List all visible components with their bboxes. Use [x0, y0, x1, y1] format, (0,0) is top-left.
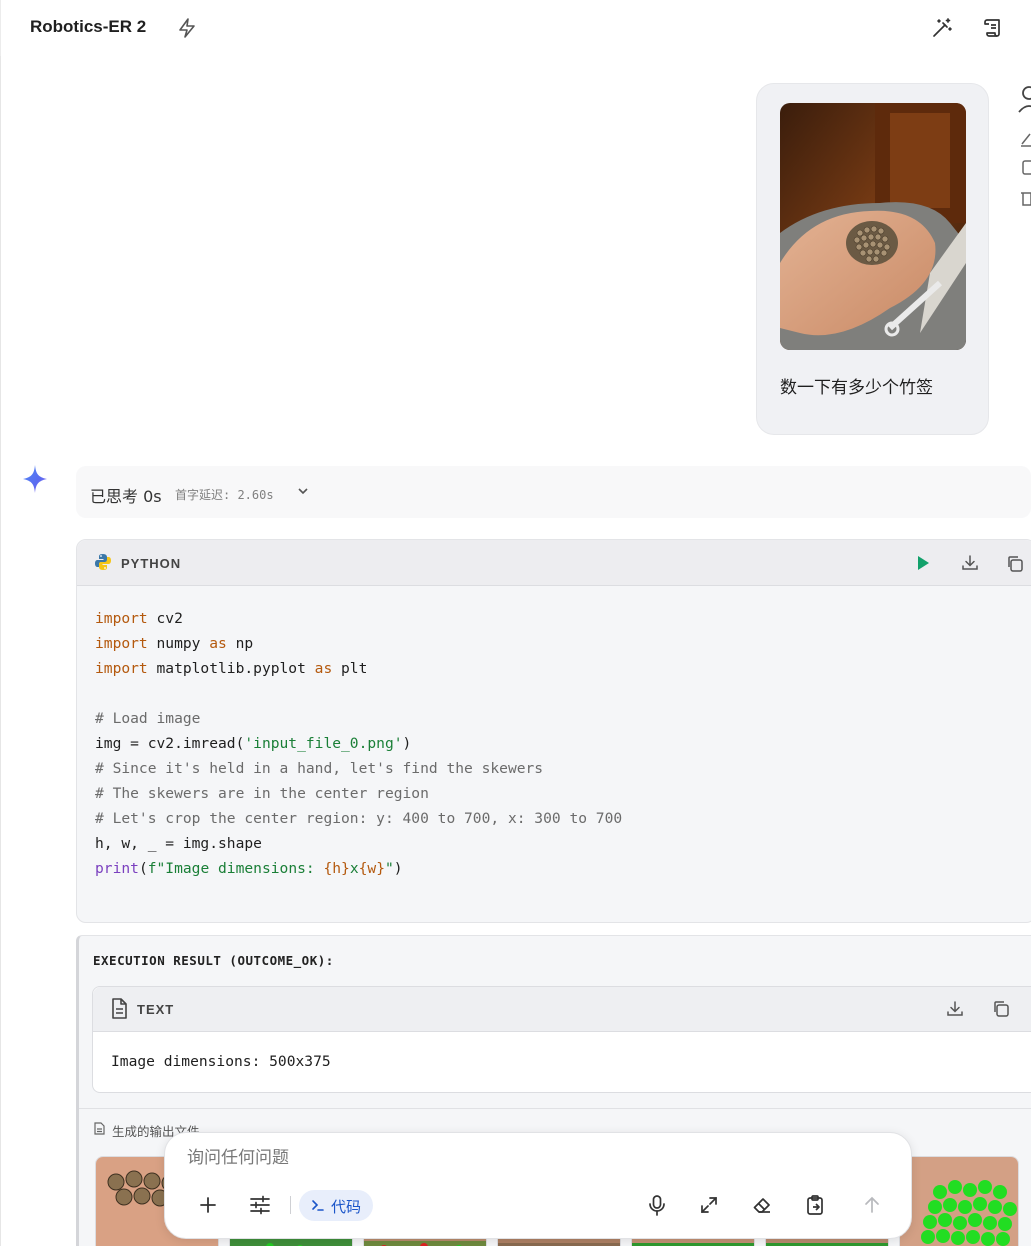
eraser-icon[interactable]: [752, 1195, 772, 1215]
code-block: PYTHON import cv2 import numpy as np impor…: [76, 539, 1031, 923]
code-language-label: PYTHON: [121, 556, 182, 571]
add-icon[interactable]: [198, 1195, 218, 1215]
result-divider: [79, 1108, 1031, 1109]
assistant-sparkle-icon: [23, 465, 47, 493]
user-avatar-icon: [1018, 86, 1031, 113]
delete-icon[interactable]: [1017, 188, 1031, 208]
chat-input[interactable]: [187, 1145, 867, 1171]
user-message-text: 数一下有多少个竹签: [780, 378, 933, 398]
terminal-icon: [312, 1200, 324, 1211]
download-icon[interactable]: [961, 554, 979, 572]
code-line: import cv2: [95, 610, 183, 627]
edit-icon[interactable]: [1017, 128, 1031, 148]
code-line: # Since it's held in a hand, let's find …: [95, 760, 544, 777]
text-output-content[interactable]: Image dimensions: 500x375: [111, 1053, 331, 1070]
clipboard-icon[interactable]: [805, 1194, 825, 1216]
copy-icon[interactable]: [1006, 555, 1024, 573]
document-icon: [112, 998, 127, 1019]
chevron-down-icon[interactable]: [297, 485, 309, 497]
code-line: print(f"Image dimensions: {h}x{w}"): [95, 860, 403, 877]
code-line: # Load image: [95, 710, 201, 727]
latency-label: 首字延迟: 2.60s: [175, 488, 274, 502]
thinking-label: 已思考 0s: [90, 487, 162, 506]
message-side-tools: [1017, 84, 1031, 208]
window-left-border: [0, 0, 1, 1246]
code-block-header: PYTHON: [77, 540, 1031, 586]
thinking-summary[interactable]: 已思考 0s 首字延迟: 2.60s: [76, 466, 1031, 518]
magic-wand-icon[interactable]: [930, 16, 954, 40]
toolbar-separator: [290, 1196, 291, 1214]
code-line: import matplotlib.pyplot as plt: [95, 660, 368, 677]
text-output-card: TEXT Image dimensions: 500x375: [92, 986, 1031, 1093]
text-output-header: TEXT: [93, 987, 1031, 1032]
settings-sliders-icon[interactable]: [249, 1195, 271, 1215]
download-icon[interactable]: [946, 1000, 964, 1018]
code-line: # The skewers are in the center region: [95, 785, 429, 802]
code-content[interactable]: import cv2 import numpy as np import matpl…: [95, 606, 622, 881]
uploaded-photo[interactable]: [780, 103, 966, 350]
code-line: # Let's crop the center region: y: 400 t…: [95, 810, 623, 827]
python-logo-icon: [95, 554, 111, 570]
user-message-bubble: 数一下有多少个竹签: [756, 83, 989, 435]
output-thumbnail[interactable]: [899, 1156, 1019, 1246]
code-line: img = cv2.imread('input_file_0.png'): [95, 735, 412, 752]
top-bar: Robotics-ER 2: [0, 0, 1031, 56]
execution-result-title: EXECUTION RESULT (OUTCOME_OK):: [93, 953, 334, 968]
expand-icon[interactable]: [699, 1195, 719, 1215]
scroll-icon[interactable]: [981, 16, 1005, 40]
copy-message-icon[interactable]: [1017, 158, 1031, 178]
copy-icon[interactable]: [992, 1000, 1010, 1018]
code-line: h, w, _ = img.shape: [95, 835, 262, 852]
microphone-icon[interactable]: [647, 1194, 667, 1216]
run-code-button[interactable]: [915, 555, 931, 571]
bolt-icon[interactable]: [177, 17, 197, 39]
chat-input-box: 代码: [164, 1132, 912, 1239]
code-chip-label: 代码: [331, 1198, 362, 1216]
text-output-label: TEXT: [137, 1002, 175, 1017]
code-line: import numpy as np: [95, 635, 254, 652]
code-tool-chip[interactable]: 代码: [299, 1190, 373, 1221]
file-icon: [94, 1122, 105, 1135]
app-title: Robotics-ER 2: [30, 17, 147, 36]
send-arrow-icon[interactable]: [863, 1196, 881, 1214]
